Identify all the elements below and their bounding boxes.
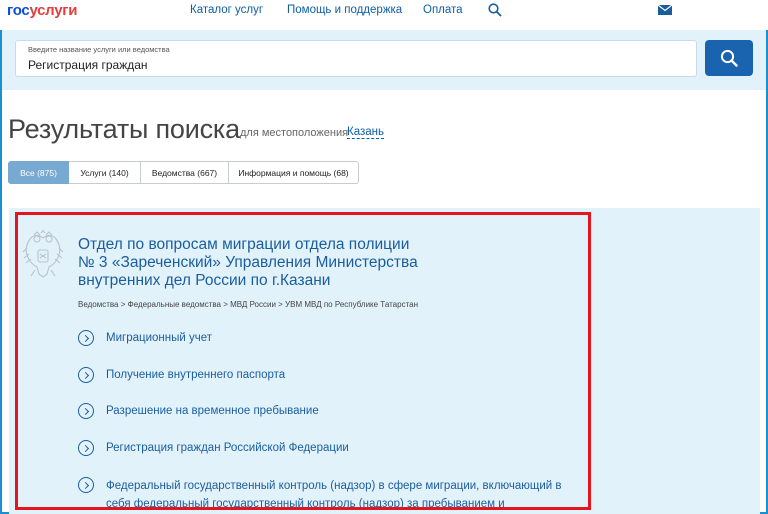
tab-departments[interactable]: Ведомства (667) [141,161,229,184]
tab-all[interactable]: Все (875) [8,161,69,184]
mail-icon[interactable] [658,5,672,15]
search-icon[interactable] [488,3,502,17]
tab-info-help[interactable]: Информация и помощь (68) [229,161,359,184]
location-link[interactable]: Казань [347,126,384,139]
highlight-box [15,212,591,510]
nav-catalog[interactable]: Каталог услуг [190,4,263,16]
search-icon [720,49,738,67]
nav-help[interactable]: Помощь и поддержка [287,4,402,16]
filter-tabs: Все (875) Услуги (140) Ведомства (667) И… [8,161,359,184]
location-label: для местоположения [240,127,349,139]
search-input[interactable]: Введите название услуги или ведомства Ре… [15,40,697,77]
search-band: Введите название услуги или ведомства Ре… [2,30,766,90]
gosuslugi-logo[interactable]: госуслуги [7,2,77,19]
search-input-label: Введите название услуги или ведомства [28,45,170,54]
top-bar: госуслуги Каталог услуг Помощь и поддерж… [0,0,768,30]
search-button[interactable] [705,40,753,76]
search-input-value[interactable]: Регистрация граждан [28,58,148,72]
nav-payment[interactable]: Оплата [423,4,463,16]
tab-services[interactable]: Услуги (140) [69,161,141,184]
page-title: Результаты поиска [8,114,240,144]
